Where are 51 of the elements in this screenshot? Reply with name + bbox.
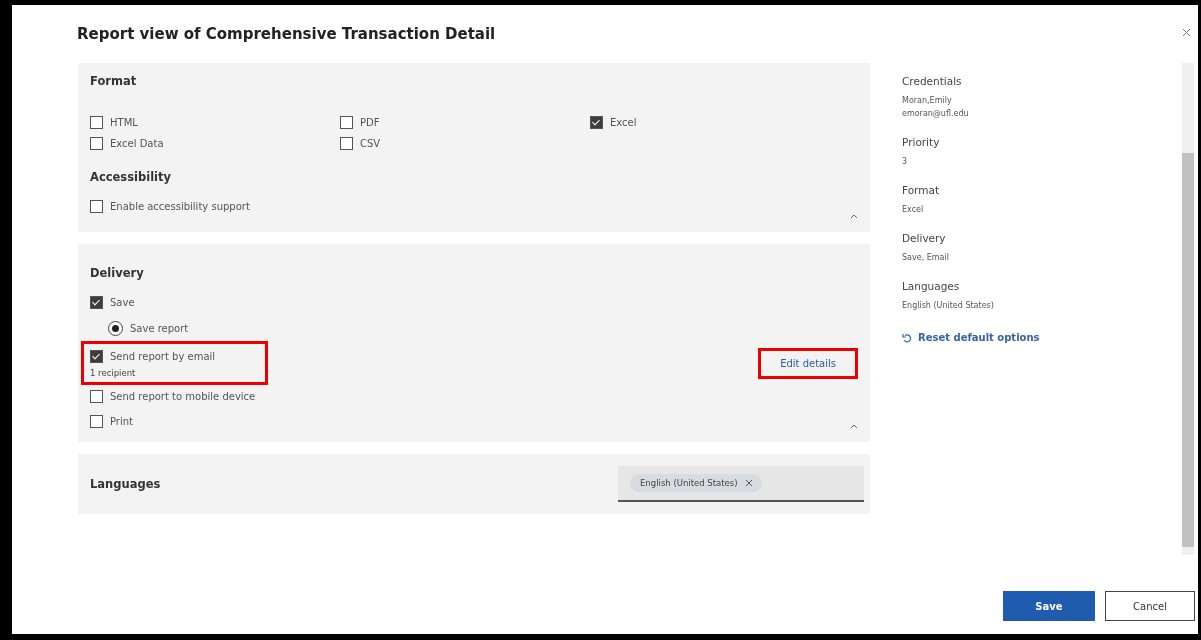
checkbox[interactable]: [590, 116, 603, 129]
edit-details-link[interactable]: Edit details: [758, 347, 858, 379]
chevron-up-icon[interactable]: [850, 424, 858, 429]
summary-value: Save, Email: [902, 253, 950, 262]
checkbox-label: CSV: [360, 138, 381, 149]
section-heading: Languages: [90, 477, 161, 491]
checkbox[interactable]: [90, 296, 103, 309]
radio-button[interactable]: [108, 321, 123, 336]
summary-label: Format: [902, 184, 940, 196]
chevron-up-icon[interactable]: [850, 214, 858, 219]
section-heading: Format: [90, 74, 138, 88]
reset-icon: [902, 332, 912, 343]
checkbox-label: Save: [110, 297, 135, 308]
language-field[interactable]: English (United States): [618, 466, 864, 502]
checkbox-label: PDF: [360, 117, 380, 128]
dialog-title: Report view of Comprehensive Transaction Detail: [77, 25, 496, 43]
cancel-button[interactable]: Cancel: [1105, 591, 1195, 621]
checkbox-label: Excel Data: [110, 138, 164, 149]
summary-value: 3: [902, 157, 909, 166]
summary-value: English (United States): [902, 301, 995, 310]
save-button[interactable]: Save: [1003, 591, 1095, 621]
checkbox[interactable]: [90, 390, 103, 403]
reset-link[interactable]: Reset default options: [902, 332, 1182, 343]
remove-icon[interactable]: [745, 480, 752, 486]
summary-label: Priority: [902, 136, 941, 148]
summary-label: Delivery: [902, 232, 947, 244]
summary-value: Moran,Emily: [902, 96, 953, 105]
tag-label: English (United States): [640, 478, 738, 488]
checkbox[interactable]: [340, 116, 353, 129]
summary-label: Languages: [902, 280, 961, 292]
summary-value: Excel: [902, 205, 925, 214]
checkbox[interactable]: [90, 350, 103, 363]
checkbox-label: Print: [110, 416, 133, 427]
checkbox[interactable]: [90, 200, 103, 213]
radio-label: Save report: [130, 323, 189, 334]
section-heading: Accessibility: [90, 170, 173, 184]
recipient-count: 1 recipient: [90, 368, 137, 378]
close-icon[interactable]: [1183, 29, 1190, 36]
section-heading: Delivery: [90, 266, 145, 280]
checkbox-label: HTML: [110, 117, 138, 128]
checkbox[interactable]: [340, 137, 353, 150]
scrollbar[interactable]: [1182, 63, 1194, 555]
summary-value: emoran@ufl.edu: [902, 109, 970, 118]
checkbox-label: Excel: [610, 117, 637, 128]
checkbox-label: Send report to mobile device: [110, 391, 256, 402]
checkbox[interactable]: [90, 415, 103, 428]
checkbox[interactable]: [90, 116, 103, 129]
checkbox-label: Enable accessibility support: [110, 201, 250, 212]
summary-label: Credentials: [902, 75, 963, 87]
checkbox-label: Send report by email: [110, 351, 216, 362]
checkbox[interactable]: [90, 137, 103, 150]
